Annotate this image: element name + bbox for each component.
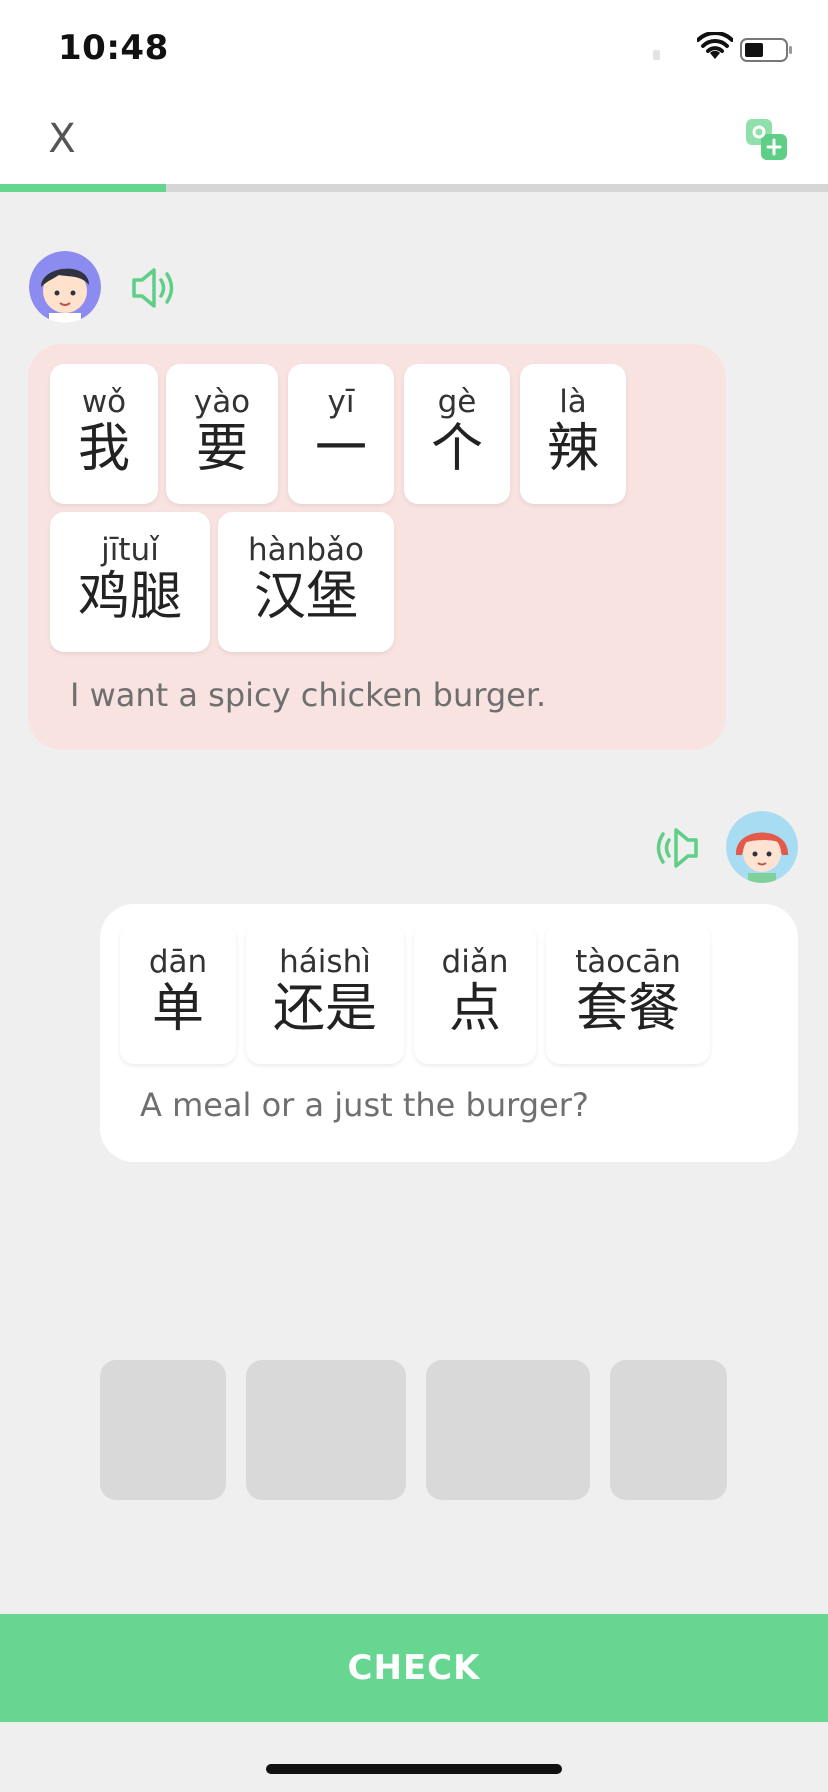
hanzi-text: 要 — [195, 419, 248, 479]
word-tile[interactable]: háishì 还是 — [246, 924, 404, 1064]
hanzi-text: 鸡腿 — [77, 567, 182, 627]
close-button[interactable]: X — [40, 112, 84, 166]
hanzi-text: 套餐 — [575, 979, 680, 1039]
check-button[interactable]: CHECK — [0, 1614, 828, 1722]
boy-avatar — [29, 251, 101, 323]
hanzi-text: 我 — [77, 419, 130, 479]
translation-text: I want a spicy chicken burger. — [70, 676, 547, 714]
close-icon: X — [48, 116, 76, 162]
word-tile[interactable]: jītuǐ 鸡腿 — [50, 512, 210, 652]
word-tile[interactable]: tàocān 套餐 — [546, 924, 710, 1064]
answer-slot[interactable] — [246, 1360, 406, 1500]
pinyin-text: diǎn — [441, 944, 509, 980]
hanzi-text: 汉堡 — [253, 567, 358, 627]
pinyin-text: tàocān — [575, 944, 681, 980]
translate-icon[interactable] — [745, 118, 789, 162]
translation-text: A meal or a just the burger? — [140, 1086, 589, 1124]
message-bubble-2: dān 单 háishì 还是 diǎn 点 tàocān 套餐 A meal … — [100, 904, 798, 1162]
hanzi-text: 还是 — [272, 979, 377, 1039]
hanzi-text: 个 — [430, 419, 483, 479]
pinyin-text: wǒ — [81, 384, 127, 420]
home-indicator — [266, 1764, 562, 1774]
pinyin-text: gè — [437, 384, 477, 420]
speaker-icon[interactable] — [650, 826, 700, 870]
pinyin-text: là — [559, 384, 587, 420]
hanzi-text: 一 — [314, 419, 367, 479]
word-tile[interactable]: gè 个 — [404, 364, 510, 504]
hanzi-text: 辣 — [546, 419, 599, 479]
lesson-progress-fill — [0, 184, 166, 192]
answer-slot[interactable] — [426, 1360, 590, 1500]
answer-slot[interactable] — [100, 1360, 226, 1500]
pinyin-text: yào — [193, 384, 251, 420]
speaker-icon[interactable] — [130, 266, 180, 310]
pinyin-text: yī — [327, 384, 355, 420]
pinyin-text: háishì — [279, 944, 371, 980]
top-bar — [0, 96, 828, 184]
hanzi-text: 单 — [151, 979, 204, 1039]
girl-avatar — [726, 811, 798, 883]
status-time: 10:48 — [58, 28, 169, 68]
pinyin-text: hànbǎo — [248, 532, 364, 568]
word-tile[interactable]: dān 单 — [120, 924, 236, 1064]
pinyin-text: jītuǐ — [101, 532, 159, 568]
hanzi-text: 点 — [448, 979, 501, 1039]
status-indicator — [653, 50, 660, 60]
lesson-progress-bar — [0, 184, 828, 192]
word-tile[interactable]: yī 一 — [288, 364, 394, 504]
wifi-icon — [697, 32, 733, 59]
word-tile[interactable]: là 辣 — [520, 364, 626, 504]
pinyin-text: dān — [148, 944, 208, 980]
word-tile[interactable]: hànbǎo 汉堡 — [218, 512, 394, 652]
word-tile[interactable]: diǎn 点 — [414, 924, 536, 1064]
battery-icon — [740, 38, 792, 62]
answer-slot[interactable] — [610, 1360, 727, 1500]
word-tile[interactable]: yào 要 — [166, 364, 278, 504]
message-bubble-1: wǒ 我 yào 要 yī 一 gè 个 là 辣 jītuǐ 鸡腿 hànbǎ… — [28, 344, 726, 750]
word-tile[interactable]: wǒ 我 — [50, 364, 158, 504]
